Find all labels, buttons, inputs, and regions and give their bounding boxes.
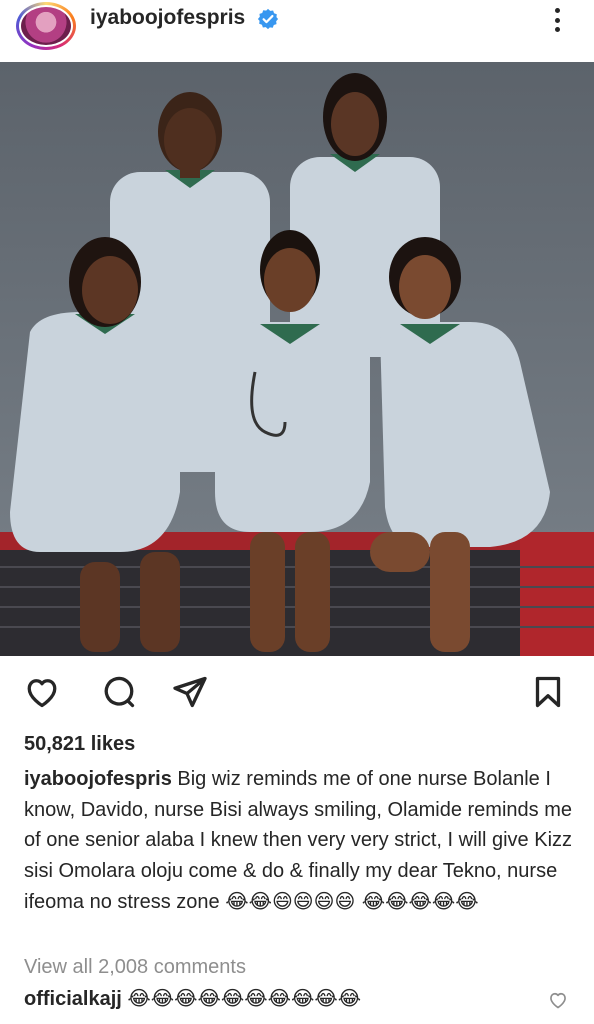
likes-count[interactable]: 50,821 likes — [24, 733, 135, 756]
avatar[interactable] — [16, 2, 76, 50]
heart-outline-icon[interactable] — [548, 990, 568, 1010]
view-all-comments-link[interactable]: View all 2,008 comments — [24, 956, 246, 979]
caption-username[interactable]: iyaboojofespris — [24, 768, 172, 790]
verified-badge-icon — [257, 8, 279, 30]
paper-plane-icon[interactable] — [170, 672, 210, 712]
caption-emojis: 😂😂😄😄😄😄 😂😂😂😂😂 — [225, 889, 479, 913]
comment-bubble-icon[interactable] — [99, 672, 139, 712]
post-caption: iyaboojofespris Big wiz reminds me of on… — [24, 764, 580, 918]
avatar-image — [19, 5, 73, 47]
comment-text: 😂😂😂😂😂😂😂😂😂😂 — [127, 986, 362, 1010]
comment-row: officialkajj 😂😂😂😂😂😂😂😂😂😂 — [24, 986, 361, 1011]
post-username[interactable]: iyaboojofespris — [90, 6, 245, 30]
heart-icon[interactable] — [22, 672, 62, 712]
bookmark-icon[interactable] — [528, 672, 568, 712]
post-photo[interactable] — [0, 62, 594, 656]
post-actions — [0, 670, 594, 718]
photo-illustration — [0, 62, 594, 656]
more-options-icon[interactable] — [549, 4, 565, 36]
comment-username[interactable]: officialkajj — [24, 988, 122, 1010]
post-header: iyaboojofespris — [0, 0, 594, 62]
